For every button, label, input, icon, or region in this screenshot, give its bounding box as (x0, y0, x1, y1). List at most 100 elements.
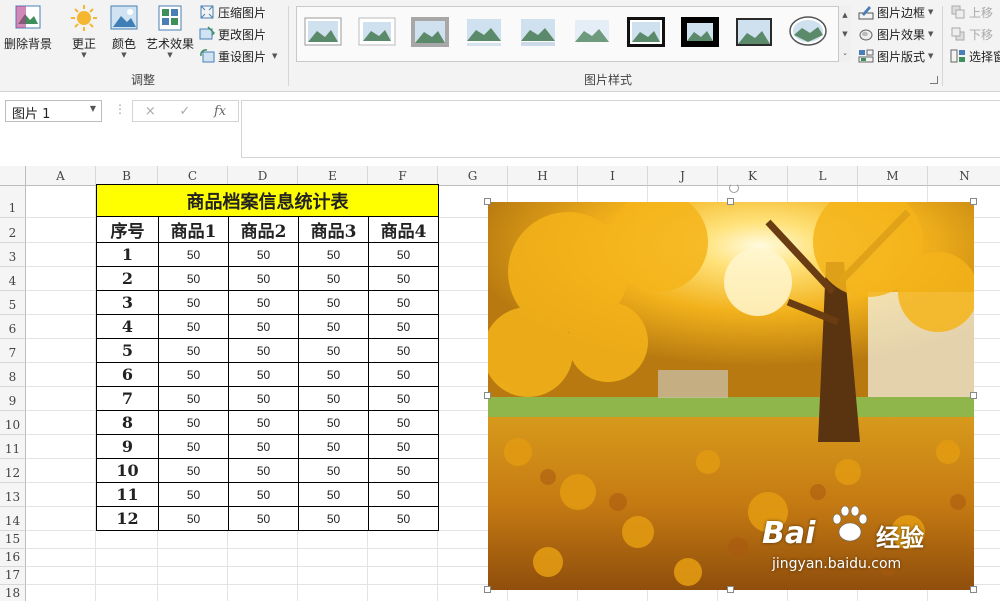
row-header-14[interactable]: 14 (0, 507, 26, 531)
value-cell[interactable]: 50 (228, 386, 299, 411)
value-cell[interactable]: 50 (158, 458, 229, 483)
picture-border-button[interactable]: 图片边框 ▼ (858, 2, 933, 22)
column-header-i[interactable]: I (578, 166, 648, 186)
value-cell[interactable]: 50 (368, 362, 439, 387)
row-header-5[interactable]: 5 (0, 291, 26, 315)
column-header-n[interactable]: N (928, 166, 1000, 186)
value-cell[interactable]: 50 (228, 434, 299, 459)
send-backward-button[interactable]: 下移 (950, 24, 993, 44)
picture-style-thumb[interactable] (788, 15, 828, 49)
row-index-cell[interactable]: 5 (96, 338, 159, 363)
value-cell[interactable]: 50 (228, 266, 299, 291)
formula-bar-grip-icon[interactable]: ⋮ (114, 102, 126, 116)
gallery-more-icon[interactable]: ⌄ (842, 49, 848, 57)
corrections-button[interactable]: 更正 ▼ (66, 4, 102, 59)
column-header-b[interactable]: B (96, 166, 158, 186)
value-cell[interactable]: 50 (158, 506, 229, 531)
value-cell[interactable]: 50 (228, 290, 299, 315)
chevron-down-icon[interactable]: ▼ (90, 104, 96, 113)
gallery-scrollbar[interactable]: ▲ ▼ ⌄ (838, 6, 851, 62)
picture-effects-button[interactable]: 图片效果 ▼ (858, 24, 933, 44)
value-cell[interactable]: 50 (368, 506, 439, 531)
cancel-icon[interactable]: × (145, 104, 156, 119)
row-header-7[interactable]: 7 (0, 339, 26, 363)
row-header-4[interactable]: 4 (0, 267, 26, 291)
picture-style-thumb[interactable] (680, 15, 720, 49)
row-header-1[interactable]: 1 (0, 186, 26, 218)
value-cell[interactable]: 50 (298, 482, 369, 507)
value-cell[interactable]: 50 (228, 410, 299, 435)
resize-handle[interactable] (970, 586, 977, 593)
value-cell[interactable]: 50 (368, 434, 439, 459)
value-cell[interactable]: 50 (158, 290, 229, 315)
value-cell[interactable]: 50 (368, 410, 439, 435)
row-header-3[interactable]: 3 (0, 243, 26, 267)
rotate-handle-icon[interactable] (729, 183, 739, 193)
row-index-cell[interactable]: 4 (96, 314, 159, 339)
value-cell[interactable]: 50 (298, 362, 369, 387)
value-cell[interactable]: 50 (158, 434, 229, 459)
picture-style-thumb[interactable] (572, 15, 612, 49)
formula-input[interactable] (241, 100, 1000, 158)
spreadsheet-grid[interactable]: ABCDEFGHIJKLMN 1 2 3 4 5 6 7 8 9 10 11 12 13 14 15 16 17… (0, 166, 1000, 601)
reset-picture-button[interactable]: 重设图片 ▼ (199, 46, 277, 66)
row-index-cell[interactable]: 6 (96, 362, 159, 387)
value-cell[interactable]: 50 (298, 410, 369, 435)
row-header-2[interactable]: 2 (0, 218, 26, 243)
chevron-down-icon[interactable]: ▼ (842, 30, 847, 38)
row-index-cell[interactable]: 9 (96, 434, 159, 459)
change-picture-button[interactable]: 更改图片 (199, 24, 266, 44)
table-header-cell[interactable]: 序号 (96, 216, 159, 243)
table-header-cell[interactable]: 商品2 (228, 216, 299, 243)
column-header-a[interactable]: A (26, 166, 96, 186)
row-header-13[interactable]: 13 (0, 483, 26, 507)
column-header-g[interactable]: G (438, 166, 508, 186)
value-cell[interactable]: 50 (298, 290, 369, 315)
value-cell[interactable]: 50 (158, 362, 229, 387)
value-cell[interactable]: 50 (158, 482, 229, 507)
row-header-8[interactable]: 8 (0, 363, 26, 387)
table-header-cell[interactable]: 商品3 (298, 216, 369, 243)
value-cell[interactable]: 50 (368, 290, 439, 315)
enter-icon[interactable]: ✓ (179, 104, 190, 119)
row-header-12[interactable]: 12 (0, 459, 26, 483)
value-cell[interactable]: 50 (298, 434, 369, 459)
value-cell[interactable]: 50 (368, 314, 439, 339)
row-index-cell[interactable]: 8 (96, 410, 159, 435)
row-header-16[interactable]: 16 (0, 549, 26, 567)
column-header-m[interactable]: M (858, 166, 928, 186)
bring-forward-button[interactable]: 上移 (950, 2, 993, 22)
insert-function-icon[interactable]: fx (214, 104, 226, 119)
value-cell[interactable]: 50 (158, 386, 229, 411)
row-header-11[interactable]: 11 (0, 435, 26, 459)
selection-pane-button[interactable]: 选择窗 (950, 46, 1000, 66)
value-cell[interactable]: 50 (368, 242, 439, 267)
value-cell[interactable]: 50 (228, 242, 299, 267)
artistic-effects-button[interactable]: 艺术效果 ▼ (146, 4, 194, 59)
row-header-15[interactable]: 15 (0, 531, 26, 549)
row-header-17[interactable]: 17 (0, 567, 26, 585)
value-cell[interactable]: 50 (298, 242, 369, 267)
picture-layout-button[interactable]: 图片版式 ▼ (858, 46, 933, 66)
value-cell[interactable]: 50 (158, 242, 229, 267)
value-cell[interactable]: 50 (158, 338, 229, 363)
value-cell[interactable]: 50 (158, 266, 229, 291)
chevron-down-icon[interactable]: ▼ (272, 52, 277, 60)
dialog-launcher-icon[interactable] (930, 76, 938, 84)
value-cell[interactable]: 50 (228, 362, 299, 387)
picture-style-thumb[interactable] (303, 15, 343, 49)
row-index-cell[interactable]: 11 (96, 482, 159, 507)
row-index-cell[interactable]: 3 (96, 290, 159, 315)
column-header-k[interactable]: K (718, 166, 788, 186)
resize-handle[interactable] (970, 392, 977, 399)
value-cell[interactable]: 50 (298, 506, 369, 531)
color-button[interactable]: 颜色 ▼ (108, 4, 140, 59)
picture-style-thumb[interactable] (734, 15, 774, 49)
column-header-j[interactable]: J (648, 166, 718, 186)
value-cell[interactable]: 50 (158, 314, 229, 339)
resize-handle[interactable] (727, 586, 734, 593)
column-header-d[interactable]: D (228, 166, 298, 186)
row-header-6[interactable]: 6 (0, 315, 26, 339)
value-cell[interactable]: 50 (368, 266, 439, 291)
value-cell[interactable]: 50 (228, 338, 299, 363)
